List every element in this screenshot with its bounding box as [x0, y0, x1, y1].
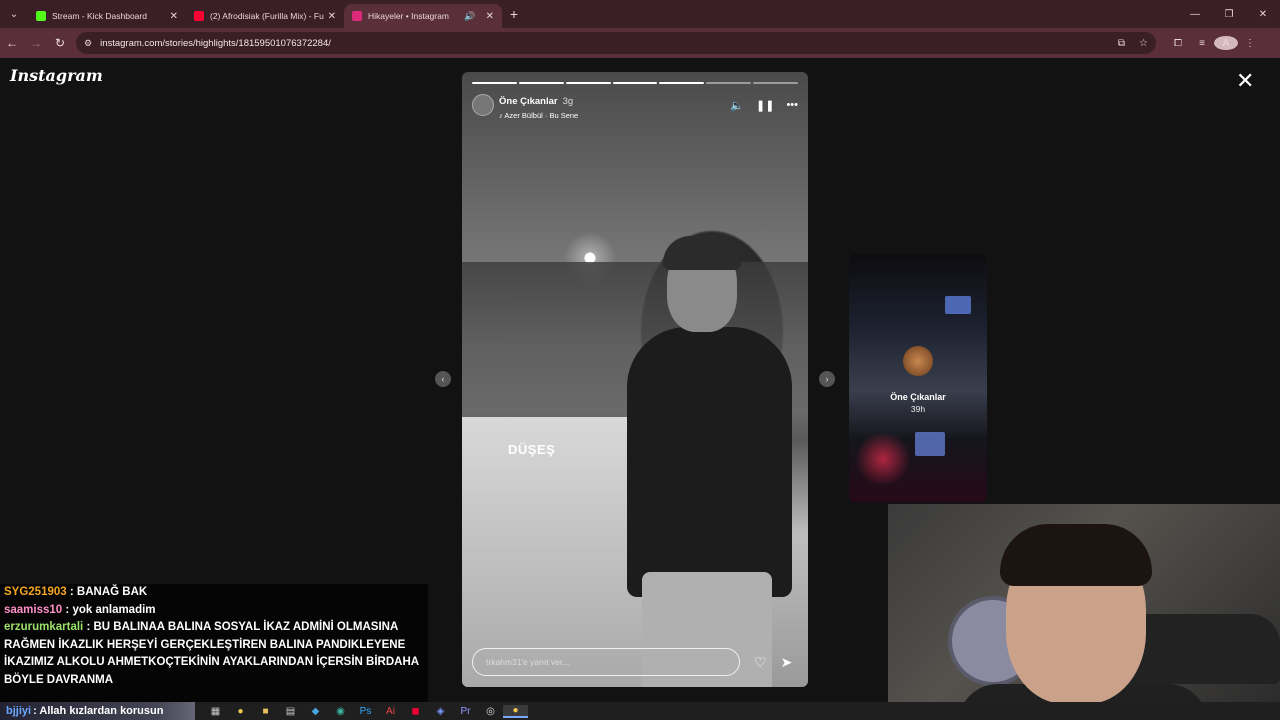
chat-message: erzurumkartali : BU BALINAA BALINA SOSYA… [4, 621, 419, 686]
tab-youtube[interactable]: (2) Afrodisiak (Furilla Mix) - Fur ✕ [186, 4, 344, 28]
dash-light-shape [853, 434, 913, 484]
chrome-icon[interactable]: ● [228, 706, 253, 717]
chrome-active-icon[interactable]: ● [503, 704, 528, 718]
heart-icon[interactable]: ♡ [754, 654, 767, 671]
tab-instagram[interactable]: Hikayeler • Instagram 🔊 ✕ [344, 4, 502, 28]
tab-search-icon[interactable]: ⌄ [0, 0, 28, 28]
close-icon[interactable]: ✕ [1236, 70, 1254, 92]
next-story-name: Öne Çıkanlar [890, 392, 946, 402]
tab-title: (2) Afrodisiak (Furilla Mix) - Fur [210, 11, 324, 21]
profile-avatar[interactable]: A [1214, 36, 1238, 50]
media-control-icon[interactable]: ≡ [1190, 38, 1214, 49]
photoshop-icon[interactable]: Ps [353, 706, 378, 717]
tab-close-icon[interactable]: ✕ [486, 11, 494, 22]
send-icon[interactable]: ➤ [781, 654, 793, 671]
app-icon[interactable]: ◈ [428, 706, 453, 717]
taskbar: bjjiyi: Allah kızlardan korusun ▦ ● ■ ▤ … [0, 702, 1280, 720]
browser-toolbar: ← → ↻ ⚙ instagram.com/stories/highlights… [0, 28, 1280, 58]
story-card[interactable]: Öne Çıkanlar 3g ♪ Azer Bülbül · Bu Sene 🔈… [462, 72, 808, 687]
tab-title: Stream - Kick Dashboard [52, 11, 147, 21]
chat-text: BANAĞ BAK [76, 586, 148, 598]
bookmark-star-icon[interactable]: ☆ [1139, 38, 1148, 49]
story-header: Öne Çıkanlar 3g ♪ Azer Bülbül · Bu Sene 🔈… [472, 92, 798, 120]
streamer-hair-shape [1000, 524, 1152, 586]
install-app-icon[interactable]: ⧉ [1118, 38, 1125, 49]
tab-close-icon[interactable]: ✕ [328, 11, 336, 22]
chat-message: saamiss10 : yok anlamadim [4, 603, 156, 616]
app-icon[interactable]: ◼ [403, 706, 428, 717]
app-icon[interactable]: Ai [378, 706, 403, 717]
progress-segment [565, 82, 611, 84]
story-timestamp: 3g [562, 95, 574, 107]
tab-kick-dashboard[interactable]: Stream - Kick Dashboard ✕ [28, 4, 186, 28]
progress-segment [753, 82, 799, 84]
next-story-preview[interactable]: Öne Çıkanlar 39h [849, 254, 987, 502]
next-story-icon[interactable]: › [819, 371, 835, 387]
progress-segment [472, 82, 517, 84]
dash-screen-shape [915, 432, 945, 456]
app-icon[interactable]: ◆ [303, 706, 328, 717]
back-icon[interactable]: ← [0, 36, 24, 50]
new-tab-icon[interactable]: + [502, 6, 526, 22]
reload-icon[interactable]: ↻ [48, 36, 72, 50]
previous-story-icon[interactable]: ‹ [435, 371, 451, 387]
tab-title: Hikayeler • Instagram [368, 11, 449, 21]
reply-input[interactable] [472, 648, 740, 676]
app-icon[interactable]: ▤ [278, 706, 303, 717]
browser-tab-bar: ⌄ Stream - Kick Dashboard ✕ (2) Afrodisi… [0, 0, 1280, 28]
instagram-favicon-icon [352, 11, 362, 21]
progress-segment [518, 82, 564, 84]
forward-icon[interactable]: → [24, 36, 48, 50]
music-title: Azer Bülbül · Bu Sene [504, 110, 579, 120]
chat-username: SYG251903 [4, 586, 67, 598]
tab-close-icon[interactable]: ✕ [170, 11, 178, 22]
obs-icon[interactable]: ◎ [478, 706, 503, 717]
chat-username: saamiss10 [4, 603, 63, 616]
widget-text: : Allah kızlardan korusun [33, 705, 164, 717]
site-info-icon[interactable]: ⚙ [84, 38, 92, 49]
progress-segment [706, 82, 752, 84]
next-story-time: 39h [910, 404, 926, 414]
task-view-icon[interactable]: ▦ [203, 706, 228, 717]
next-story-avatar [903, 346, 933, 376]
url-text[interactable]: instagram.com/stories/highlights/1815950… [100, 38, 1104, 49]
restore-icon[interactable]: ❐ [1212, 0, 1246, 28]
progress-segment [612, 82, 658, 84]
story-progress [472, 82, 799, 84]
story-reply-bar: ♡ ➤ [472, 647, 798, 677]
youtube-favicon-icon [194, 11, 204, 21]
story-avatar[interactable] [472, 94, 494, 116]
stream-chat-overlay: SYG251903 : BANAĞ BAK saamiss10 : yok an… [0, 584, 428, 702]
address-bar[interactable]: ⚙ instagram.com/stories/highlights/18159… [76, 32, 1156, 54]
story-overlay-text: DÜŞEŞ [508, 442, 556, 457]
menu-kebab-icon[interactable]: ⋮ [1238, 38, 1262, 49]
pause-icon[interactable]: ❚❚ [756, 99, 774, 112]
speaker-icon[interactable]: 🔊 [464, 11, 475, 22]
more-options-icon[interactable]: ••• [786, 99, 798, 111]
edge-icon[interactable]: ◉ [328, 706, 353, 717]
widget-user: bjjiyi [6, 705, 32, 717]
progress-segment [659, 82, 705, 84]
close-window-icon[interactable]: ✕ [1246, 0, 1280, 28]
volume-icon[interactable]: 🔈 [730, 99, 744, 112]
story-photo-subject [627, 236, 792, 687]
taskbar-widget[interactable]: bjjiyi: Allah kızlardan korusun [0, 702, 195, 720]
minimize-icon[interactable]: — [1178, 0, 1212, 28]
story-username[interactable]: Öne Çıkanlar [499, 96, 558, 107]
file-explorer-icon[interactable]: ■ [253, 706, 278, 717]
premiere-icon[interactable]: Pr [453, 706, 478, 717]
chat-username: erzurumkartali [4, 621, 84, 633]
chat-text: yok anlamadim [72, 603, 156, 616]
extensions-icon[interactable]: ⧠ [1166, 38, 1190, 49]
webcam-overlay [888, 504, 1280, 720]
window-controls: — ❐ ✕ [1178, 0, 1280, 28]
story-music-label[interactable]: ♪ Azer Bülbül · Bu Sene [499, 111, 730, 120]
chat-message: SYG251903 : BANAĞ BAK [4, 586, 148, 598]
dash-screen-shape [945, 296, 971, 314]
instagram-logo[interactable]: Instagram [10, 66, 103, 85]
kick-favicon-icon [36, 11, 46, 21]
